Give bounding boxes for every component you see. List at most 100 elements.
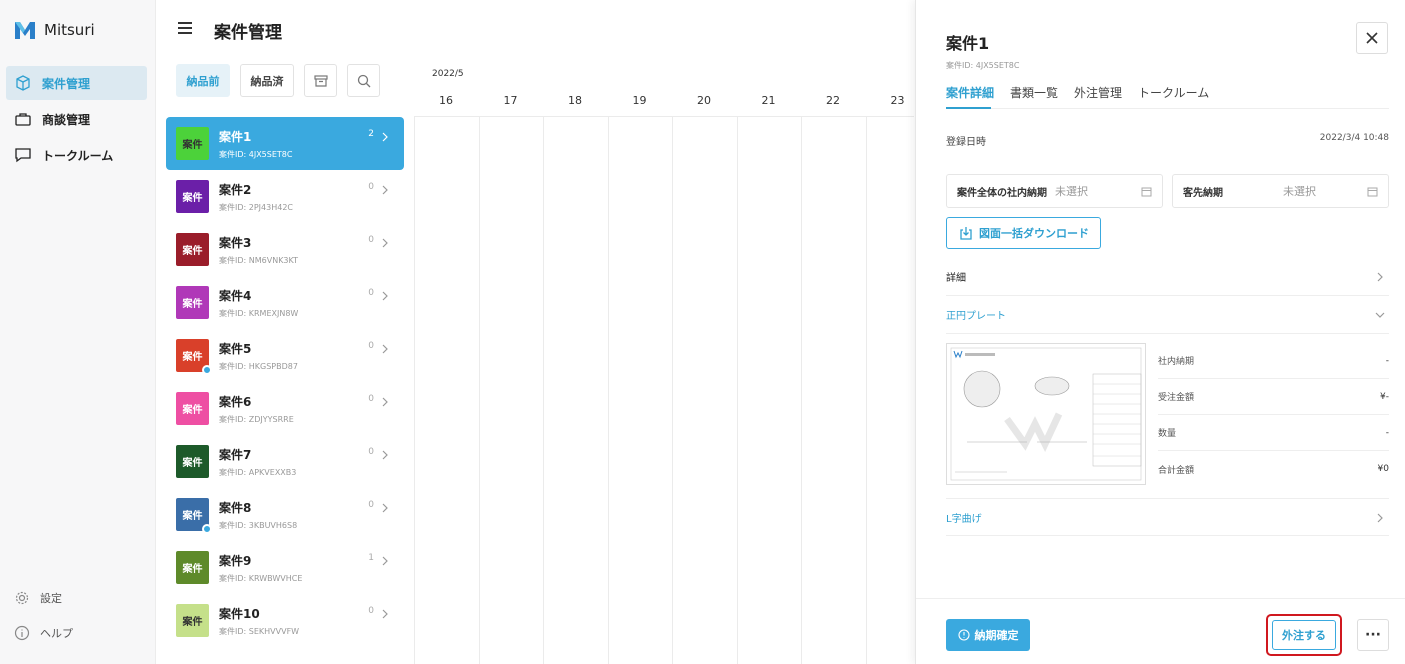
- case-list-item[interactable]: 案件 案件7 案件ID: APKVEXXB3 0: [166, 435, 404, 488]
- calendar-gridline: [543, 117, 544, 664]
- case-thumbnail: 案件: [176, 180, 209, 213]
- case-count: 0: [368, 235, 374, 245]
- bulk-download-drawings-button[interactable]: 図面一括ダウンロード: [946, 217, 1101, 249]
- registered-row: 登録日時 2022/3/4 10:48: [946, 133, 1389, 148]
- calendar-gridline: [607, 117, 609, 664]
- case-list-item[interactable]: 案件 案件10 案件ID: SEKHVVVFW 0: [166, 594, 404, 647]
- case-thumbnail: 案件: [176, 551, 209, 584]
- case-id: 案件ID: SEKHVVVFW: [219, 626, 300, 636]
- spec-label: 数量: [1158, 429, 1177, 439]
- filter-before-delivery-button[interactable]: 納品前: [176, 64, 230, 97]
- search-icon: [357, 74, 370, 87]
- app-name: Mitsuri: [44, 21, 95, 39]
- confirm-deadline-label: 納期確定: [974, 629, 1019, 642]
- detail-accordion[interactable]: 詳細: [946, 258, 1389, 296]
- outsource-button[interactable]: 外注する: [1272, 620, 1336, 650]
- case-list-item[interactable]: 案件 案件4 案件ID: KRMEXJN8W 0: [166, 276, 404, 329]
- more-options-button[interactable]: ···: [1357, 619, 1389, 651]
- gantt-calendar: 2022/5 16 17 18 19 20 21 22 23: [414, 64, 931, 664]
- case-thumbnail: 案件: [176, 286, 209, 319]
- case-thumbnail: 案件: [176, 392, 209, 425]
- spec-value: ¥0: [1377, 464, 1389, 474]
- case-thumbnail: 案件: [176, 445, 209, 478]
- chevron-right-icon: [380, 392, 390, 407]
- calendar-day: 16: [439, 94, 453, 107]
- sidebar-item-label: トークルーム: [42, 148, 114, 163]
- part-round-plate-accordion[interactable]: 正円プレート: [946, 296, 1389, 334]
- tab-case-detail[interactable]: 案件詳細: [946, 84, 994, 101]
- case-count: 0: [368, 447, 374, 457]
- case-thumbnail-text: 案件: [182, 193, 203, 204]
- tab-documents[interactable]: 書類一覧: [1010, 84, 1058, 101]
- part-round-plate-label: 正円プレート: [946, 311, 1006, 322]
- part-l-bend-accordion[interactable]: L字曲げ: [946, 498, 1389, 536]
- internal-deadline-value: 未選択: [1055, 185, 1088, 198]
- client-deadline-field[interactable]: 客先納期 未選択: [1172, 174, 1389, 208]
- settings-label: 設定: [40, 592, 62, 605]
- internal-deadline-field[interactable]: 案件全体の社内納期 未選択: [946, 174, 1163, 208]
- sidebar-item-cases[interactable]: 案件管理: [6, 66, 147, 100]
- case-name: 案件4: [219, 288, 252, 303]
- case-list: 案件 案件1 案件ID: 4JX5SET8C 2 案件 案件2 案件ID: 2PJ43H42…: [166, 117, 404, 647]
- case-count: 2: [368, 129, 374, 139]
- calendar-day: 18: [568, 94, 582, 107]
- case-name: 案件6: [219, 394, 252, 409]
- info-circle-icon: [957, 629, 970, 641]
- filter-delivered-button[interactable]: 納品済: [240, 64, 294, 97]
- case-list-item[interactable]: 案件 案件6 案件ID: ZDJYYSRRE 0: [166, 382, 404, 435]
- calendar-day: 20: [697, 94, 711, 107]
- case-list-item[interactable]: 案件 案件9 案件ID: KRWBWVHCE 1: [166, 541, 404, 594]
- chevron-right-icon: [380, 445, 390, 460]
- case-name: 案件5: [219, 341, 252, 356]
- app-logo[interactable]: Mitsuri: [14, 20, 95, 40]
- chevron-right-icon: [1377, 513, 1383, 523]
- case-list-item[interactable]: 案件 案件2 案件ID: 2PJ43H42C 0: [166, 170, 404, 223]
- case-list-item[interactable]: 案件 案件3 案件ID: NM6VNK3KT 0: [166, 223, 404, 276]
- case-thumbnail-text: 案件: [182, 299, 203, 310]
- case-id: 案件ID: 3KBUVH6S8: [219, 520, 298, 530]
- chevron-right-icon: [380, 604, 390, 619]
- chevron-right-icon: [380, 551, 390, 566]
- calendar-gridline: [865, 117, 867, 664]
- case-thumbnail-text: 案件: [182, 405, 203, 416]
- chat-icon: [15, 148, 31, 163]
- case-count: 1: [368, 553, 374, 563]
- sidebar-item-negotiations[interactable]: 商談管理: [6, 102, 147, 136]
- case-count: 0: [368, 394, 374, 404]
- hamburger-menu-icon[interactable]: [178, 22, 192, 34]
- settings-link[interactable]: 設定: [14, 590, 62, 606]
- search-button[interactable]: [347, 64, 380, 97]
- case-list-item[interactable]: 案件 案件5 案件ID: HKGSPBD87 0: [166, 329, 404, 382]
- registered-label: 登録日時: [946, 137, 986, 148]
- calendar-day: 22: [826, 94, 840, 107]
- case-id: 案件ID: HKGSPBD87: [219, 361, 298, 371]
- tab-outsourcing[interactable]: 外注管理: [1074, 84, 1122, 101]
- mitsuri-logo-icon: [15, 22, 35, 39]
- calendar-gridline: [736, 117, 738, 664]
- calendar-month: 2022/5: [432, 69, 464, 79]
- detail-label: 詳細: [946, 273, 966, 284]
- chevron-right-icon: [380, 339, 390, 354]
- sidebar-item-talkroom[interactable]: トークルーム: [6, 138, 147, 172]
- close-button[interactable]: [1356, 22, 1388, 54]
- gear-icon: [15, 591, 29, 605]
- case-name: 案件10: [219, 606, 260, 621]
- calendar-header-divider: [414, 116, 914, 117]
- tab-talkroom[interactable]: トークルーム: [1138, 84, 1209, 101]
- case-name: 案件2: [219, 182, 252, 197]
- panel-title: 案件1: [946, 34, 990, 53]
- help-link[interactable]: ヘルプ: [14, 625, 73, 641]
- case-list-item[interactable]: 案件 案件8 案件ID: 3KBUVH6S8 0: [166, 488, 404, 541]
- case-list-item[interactable]: 案件 案件1 案件ID: 4JX5SET8C 2: [166, 117, 404, 170]
- confirm-deadline-button[interactable]: 納期確定: [946, 619, 1030, 651]
- info-icon: [14, 625, 30, 641]
- case-thumbnail-text: 案件: [182, 140, 203, 151]
- case-count: 0: [368, 288, 374, 298]
- case-name: 案件7: [219, 447, 252, 462]
- part-drawing-thumbnail[interactable]: [946, 343, 1146, 485]
- case-name: 案件3: [219, 235, 252, 250]
- chevron-right-icon: [380, 286, 390, 301]
- calendar-gridline: [672, 117, 673, 664]
- archive-button[interactable]: [304, 64, 337, 97]
- case-thumbnail-text: 案件: [182, 352, 203, 363]
